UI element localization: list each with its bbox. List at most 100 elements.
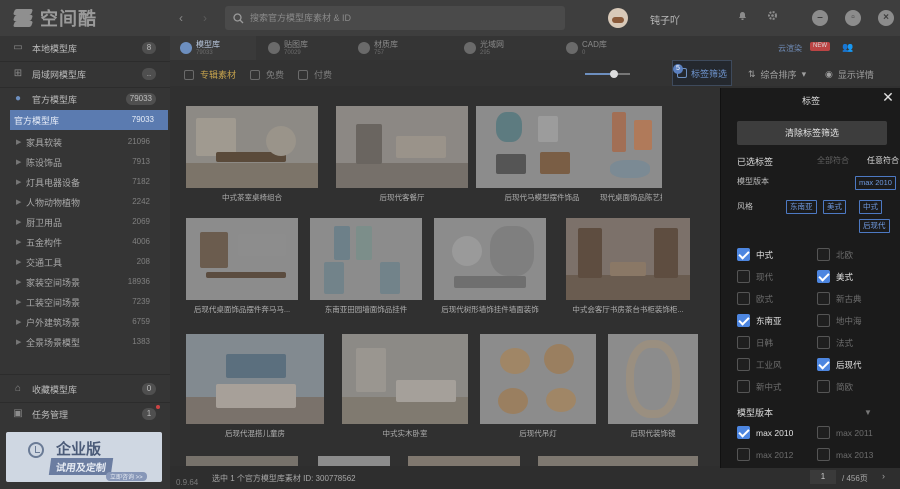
search-input[interactable] bbox=[250, 13, 550, 23]
avatar[interactable] bbox=[608, 8, 628, 28]
sidebar-item-panorama-scenes[interactable]: ▶ 全景场景模型 1383 bbox=[0, 332, 170, 352]
paid-checkbox[interactable]: 付费 bbox=[298, 68, 332, 81]
tab-models[interactable]: 模型库 79033 bbox=[170, 36, 256, 60]
tab-ies[interactable]: 光域网 295 bbox=[454, 36, 540, 60]
style-option-industrial[interactable]: 工业风 bbox=[737, 358, 782, 371]
model-thumbnail[interactable] bbox=[186, 334, 324, 424]
sidebar-item-home-scenes[interactable]: ▶ 家装空间场景 18936 bbox=[0, 272, 170, 292]
style-option-new-chinese[interactable]: 新中式 bbox=[737, 380, 782, 393]
thumbnail-size-slider[interactable] bbox=[585, 70, 630, 78]
option-label: 欧式 bbox=[756, 293, 774, 304]
sidebar-item-outdoor-scenes[interactable]: ▶ 户外建筑场景 6759 bbox=[0, 312, 170, 332]
close-icon[interactable]: × bbox=[878, 10, 894, 26]
sidebar-item-people-animals[interactable]: ▶ 人物动物植物 2242 bbox=[0, 192, 170, 212]
forward-icon[interactable]: › bbox=[196, 9, 214, 27]
tag-filter-label: 标签筛选 bbox=[690, 68, 727, 79]
chevron-right-icon: ▶ bbox=[16, 259, 22, 266]
back-icon[interactable]: ‹ bbox=[172, 9, 190, 27]
style-option-postmodern[interactable]: 后现代 bbox=[817, 358, 862, 371]
sidebar-favorites[interactable]: ⌂ 收藏模型库 0 bbox=[0, 378, 170, 400]
style-option-modern[interactable]: 现代 bbox=[737, 270, 773, 283]
show-details-button[interactable]: ◉ 显示详情 bbox=[825, 68, 874, 81]
maximize-icon[interactable]: ▫ bbox=[845, 10, 861, 26]
sidebar-lan-lib[interactable]: ⊞ 局域网模型库 .. bbox=[0, 63, 170, 85]
model-thumbnail[interactable] bbox=[342, 334, 468, 424]
selected-tag-chip[interactable]: max 2010 bbox=[855, 176, 896, 190]
gear-icon[interactable] bbox=[764, 10, 780, 26]
model-thumbnail[interactable] bbox=[480, 334, 596, 424]
minimize-icon[interactable]: – bbox=[812, 10, 828, 26]
model-thumbnail[interactable] bbox=[408, 456, 520, 466]
tab-textures[interactable]: 贴图库 70029 bbox=[258, 36, 344, 60]
sidebar-item-furniture[interactable]: ▶ 家具软装 21096 bbox=[0, 132, 170, 152]
slider-handle[interactable] bbox=[610, 70, 618, 78]
model-thumbnail[interactable] bbox=[600, 106, 662, 188]
style-option-simple-european[interactable]: 简欧 bbox=[817, 380, 853, 393]
model-thumbnail[interactable] bbox=[566, 218, 690, 300]
version-option-max2013[interactable]: max 2013 bbox=[817, 448, 873, 461]
chevron-down-icon[interactable]: ▼ bbox=[864, 408, 872, 417]
model-thumbnail[interactable] bbox=[318, 456, 390, 466]
sidebar-item-decor[interactable]: ▶ 陈设饰品 7913 bbox=[0, 152, 170, 172]
enterprise-promo-banner[interactable]: 企业版 试用及定制 立即咨询 >> bbox=[6, 432, 162, 482]
model-thumbnail[interactable] bbox=[538, 456, 698, 466]
model-thumbnail[interactable] bbox=[434, 218, 546, 300]
model-thumbnail[interactable] bbox=[186, 106, 318, 188]
chevron-right-icon[interactable]: › bbox=[882, 471, 885, 481]
sidebar-item-lighting[interactable]: ▶ 灯具电器设备 7182 bbox=[0, 172, 170, 192]
sidebar-official-lib[interactable]: ● 官方模型库 79033 bbox=[0, 88, 170, 110]
cloud-render-link[interactable]: 云渲染 bbox=[778, 43, 802, 54]
model-thumbnail[interactable] bbox=[608, 334, 698, 424]
selected-tag-chip[interactable]: 东南亚 bbox=[786, 200, 817, 214]
style-option-neoclassical[interactable]: 新古典 bbox=[817, 292, 862, 305]
sidebar-item-official-all[interactable]: 官方模型库 79033 bbox=[10, 110, 168, 130]
free-checkbox[interactable]: 免费 bbox=[250, 68, 284, 81]
match-all-option[interactable]: 全部符合 bbox=[817, 155, 849, 166]
light-icon bbox=[464, 42, 476, 54]
sidebar-tasks[interactable]: ▣ 任务管理 1 bbox=[0, 403, 170, 425]
page-input[interactable]: 1 bbox=[810, 470, 836, 484]
version-option-max2011[interactable]: max 2011 bbox=[817, 426, 873, 439]
match-any-option[interactable]: 任意符合 bbox=[867, 155, 899, 166]
user-name[interactable]: 钝子吖 bbox=[650, 12, 680, 27]
app-logo: 空间酷 bbox=[12, 6, 97, 30]
version-option-max2012[interactable]: max 2012 bbox=[737, 448, 793, 461]
model-thumbnail[interactable] bbox=[336, 106, 468, 188]
style-option-european[interactable]: 欧式 bbox=[737, 292, 773, 305]
version-option-max2010[interactable]: max 2010 bbox=[737, 426, 793, 439]
promo-cta[interactable]: 立即咨询 >> bbox=[106, 472, 147, 481]
sidebar-item-vehicles[interactable]: ▶ 交通工具 208 bbox=[0, 252, 170, 272]
bell-icon[interactable] bbox=[734, 10, 750, 26]
users-icon[interactable]: 👥 bbox=[842, 42, 853, 53]
tag-filter-button[interactable]: 5 标签筛选 bbox=[672, 60, 732, 86]
model-thumbnail[interactable] bbox=[186, 218, 298, 300]
model-thumbnail[interactable] bbox=[310, 218, 422, 300]
tag-filter-count: 5 bbox=[672, 64, 683, 74]
style-option-japanese-korean[interactable]: 日韩 bbox=[737, 336, 773, 349]
style-option-mediterranean[interactable]: 地中海 bbox=[817, 314, 862, 327]
sidebar-item-kitchen-bath[interactable]: ▶ 厨卫用品 2069 bbox=[0, 212, 170, 232]
sidebar-local-lib[interactable]: ▭ 本地模型库 8 bbox=[0, 37, 170, 59]
selected-tag-chip[interactable]: 美式 bbox=[823, 200, 846, 214]
style-option-nordic[interactable]: 北欧 bbox=[817, 248, 853, 261]
sidebar-item-hardware[interactable]: ▶ 五金构件 4006 bbox=[0, 232, 170, 252]
style-option-french[interactable]: 法式 bbox=[817, 336, 853, 349]
style-option-american[interactable]: 美式 bbox=[817, 270, 853, 283]
clear-tags-button[interactable]: 清除标签筛选 bbox=[737, 121, 887, 145]
model-thumbnail[interactable] bbox=[186, 456, 298, 466]
model-thumbnail[interactable] bbox=[476, 106, 608, 188]
sidebar-item-commercial-scenes[interactable]: ▶ 工装空间场景 7239 bbox=[0, 292, 170, 312]
checkbox-box bbox=[250, 69, 260, 80]
exclusive-checkbox[interactable]: 专辑素材 bbox=[184, 68, 236, 81]
search-box[interactable] bbox=[225, 6, 565, 30]
selected-tag-chip[interactable]: 中式 bbox=[859, 200, 882, 214]
tab-cad[interactable]: CAD库 0 bbox=[556, 36, 642, 60]
close-icon[interactable]: ✕ bbox=[882, 90, 894, 104]
tab-materials[interactable]: 材质库 757 bbox=[348, 36, 434, 60]
sort-button[interactable]: ⇅ 综合排序 ▾ bbox=[748, 68, 806, 81]
style-option-chinese[interactable]: 中式 bbox=[737, 248, 773, 261]
style-option-southeast-asian[interactable]: 东南亚 bbox=[737, 314, 782, 327]
selected-tag-chip[interactable]: 后现代 bbox=[859, 219, 890, 233]
sidebar-local-lib-label: 本地模型库 bbox=[32, 43, 78, 54]
checkbox-box bbox=[737, 336, 750, 349]
